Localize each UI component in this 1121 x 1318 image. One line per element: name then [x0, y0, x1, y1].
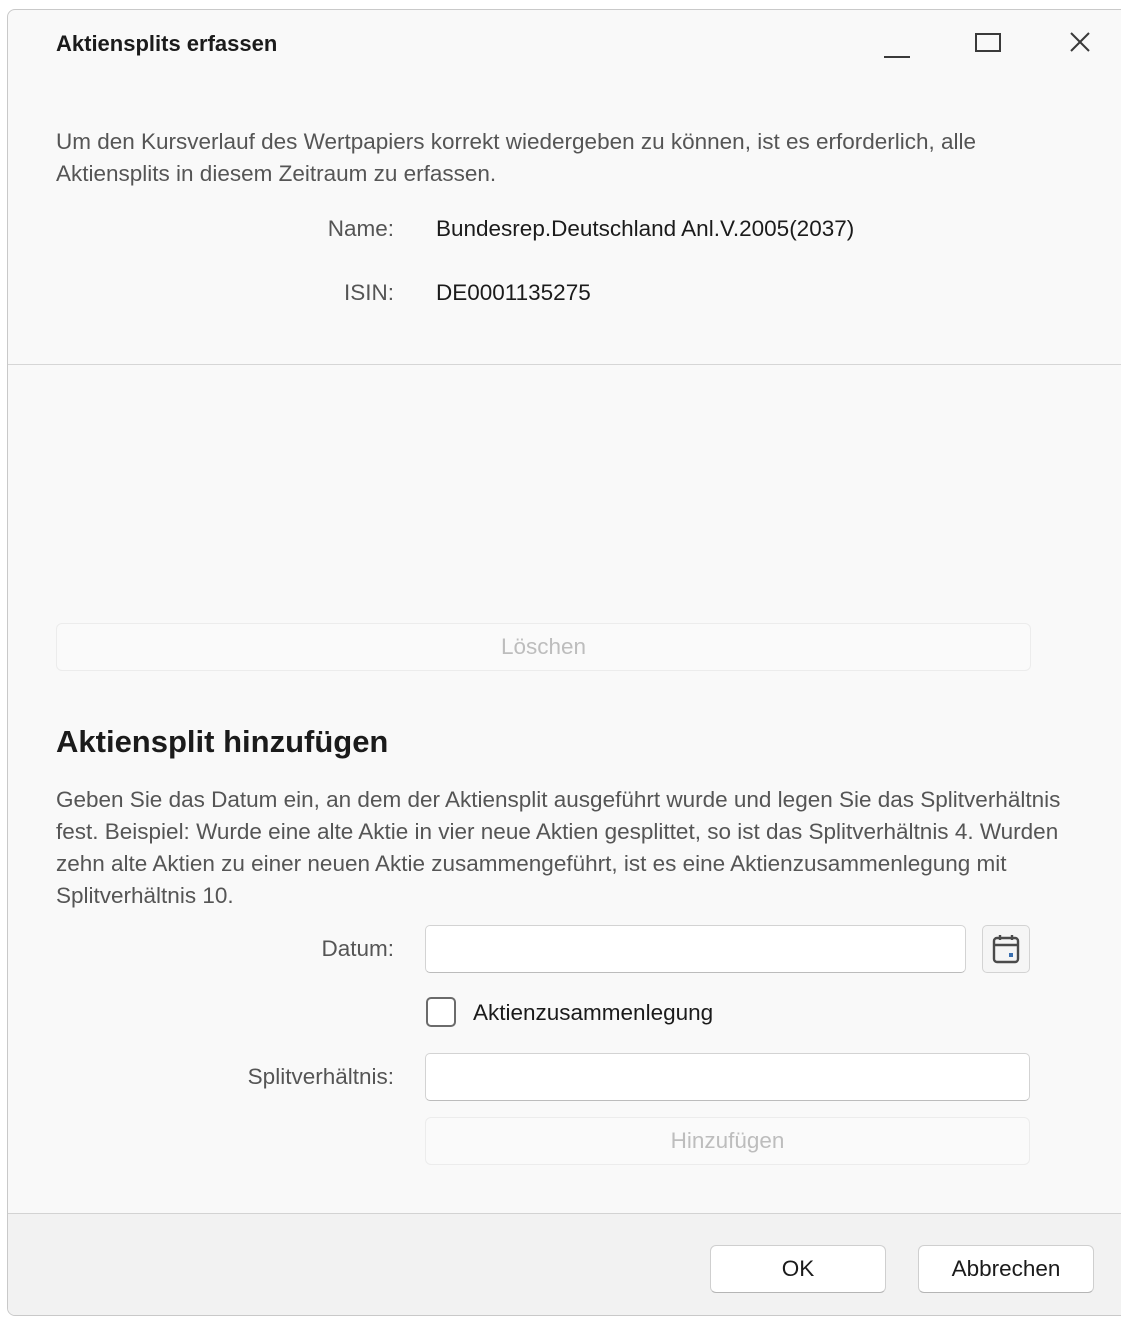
- name-value: Bundesrep.Deutschland Anl.V.2005(2037): [436, 216, 855, 241]
- delete-button[interactable]: Löschen: [56, 623, 1031, 671]
- calendar-button[interactable]: [982, 925, 1030, 973]
- add-split-heading: Aktiensplit hinzufügen: [56, 724, 389, 759]
- isin-label: ISIN:: [343, 280, 394, 305]
- date-label: Datum:: [321, 936, 394, 961]
- close-icon: [1070, 32, 1090, 52]
- maximize-icon: [975, 33, 1001, 52]
- ratio-input[interactable]: [425, 1053, 1030, 1101]
- date-input[interactable]: [425, 925, 966, 973]
- minimize-icon: [884, 56, 910, 58]
- merge-checkbox[interactable]: [426, 997, 456, 1027]
- add-split-help-text: Geben Sie das Datum ein, an dem der Akti…: [56, 787, 1061, 908]
- window-title: Aktiensplits erfassen: [56, 31, 278, 56]
- add-button[interactable]: Hinzufügen: [425, 1117, 1030, 1165]
- merge-label[interactable]: Aktienzusammenlegung: [473, 1000, 713, 1026]
- calendar-icon: [992, 935, 1020, 964]
- minimize-button[interactable]: [874, 24, 920, 60]
- isin-value: DE0001135275: [436, 280, 591, 305]
- intro-text: Um den Kursverlauf des Wertpapiers korre…: [56, 129, 977, 186]
- close-button[interactable]: [1057, 24, 1103, 60]
- header-divider: [8, 364, 1121, 365]
- name-label: Name:: [327, 216, 394, 241]
- ratio-label: Splitverhältnis:: [247, 1064, 394, 1089]
- ok-button[interactable]: OK: [710, 1245, 886, 1293]
- stock-split-dialog: Aktiensplits erfassen Um den Kursverlauf…: [7, 9, 1121, 1316]
- cancel-button[interactable]: Abbrechen: [918, 1245, 1094, 1293]
- split-list[interactable]: [56, 380, 1031, 620]
